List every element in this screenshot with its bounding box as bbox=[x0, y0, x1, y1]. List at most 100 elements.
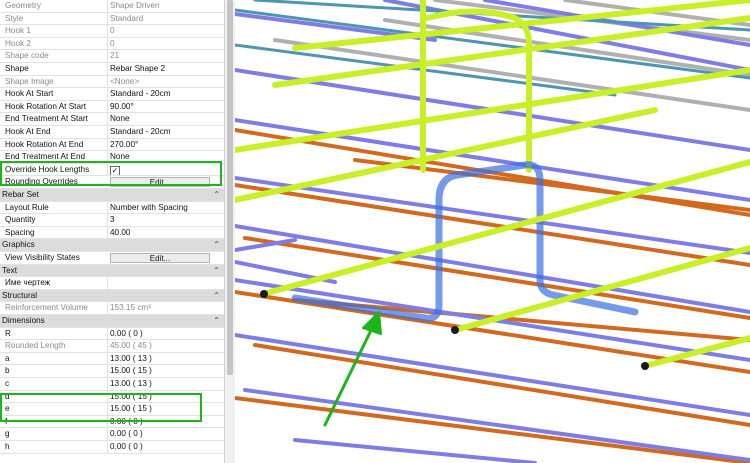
property-value-cell[interactable]: ✓ bbox=[107, 163, 215, 176]
property-row-g[interactable]: g 0.00 ( 0 ) bbox=[0, 428, 224, 441]
property-label: End Treatment At Start bbox=[5, 114, 88, 124]
property-label: b bbox=[5, 366, 10, 376]
property-value: 45.00 ( 45 ) bbox=[107, 340, 215, 352]
group-header-label: Rebar Set bbox=[2, 190, 39, 199]
property-row-e[interactable]: Имe чертеж bbox=[0, 277, 224, 290]
property-label: Shape bbox=[5, 64, 29, 73]
property-row-rounding-overrides[interactable]: Rounding Overrides Edit... bbox=[0, 176, 224, 189]
rebar-end-cap bbox=[641, 362, 649, 370]
property-row-shape-code[interactable]: Shape code 21 bbox=[0, 50, 224, 63]
property-value[interactable]: Rebar Shape 2 bbox=[107, 63, 215, 75]
property-row-layout-rule[interactable]: Layout Rule Number with Spacing bbox=[0, 201, 224, 215]
orange-rebar bbox=[235, 183, 750, 267]
property-label: Hook 2 bbox=[5, 38, 31, 48]
property-row-hook-rotation-at-end[interactable]: Hook Rotation At End 270.00° bbox=[0, 138, 224, 152]
property-value[interactable]: 0.00 ( 0 ) bbox=[107, 441, 215, 453]
property-row-geometry[interactable]: Geometry Shape Driven bbox=[0, 0, 224, 13]
property-row-spacing[interactable]: Spacing 40.00 bbox=[0, 226, 224, 240]
property-row-shape-image[interactable]: Shape Image <None> bbox=[0, 75, 224, 89]
property-value[interactable]: 13.00 ( 13 ) bbox=[107, 352, 215, 365]
property-value[interactable]: 0.00 ( 0 ) bbox=[107, 428, 215, 440]
property-label: Hook At Start bbox=[5, 89, 54, 99]
collapse-chevron-icon[interactable]: ⌃ bbox=[213, 239, 220, 252]
override-hook-lengths-checkbox[interactable]: ✓ bbox=[110, 165, 120, 176]
property-value: 0 bbox=[107, 37, 215, 50]
property-value[interactable]: 15.00 ( 15 ) bbox=[107, 403, 215, 415]
group-header-graphics[interactable]: Graphics ⌃ bbox=[0, 239, 224, 252]
property-value: 21 bbox=[107, 50, 215, 62]
property-row-end-treatment-at-end[interactable]: End Treatment At End None bbox=[0, 151, 224, 164]
property-value[interactable]: 40.00 bbox=[107, 226, 215, 239]
property-label: Hook Rotation At End bbox=[5, 139, 84, 149]
property-label: Имe чертеж bbox=[5, 278, 51, 288]
edit-button[interactable]: Edit... bbox=[110, 177, 210, 188]
property-label: End Treatment At End bbox=[5, 152, 86, 162]
property-row-hook-1[interactable]: Hook 1 0 bbox=[0, 25, 224, 38]
property-row-d[interactable]: d 15.00 ( 15 ) bbox=[0, 390, 224, 404]
property-row-override-hook-lengths[interactable]: Override Hook Lengths ✓ bbox=[0, 163, 224, 177]
collapse-chevron-icon[interactable]: ⌃ bbox=[213, 315, 220, 328]
property-label: Shape code bbox=[5, 51, 49, 61]
property-row-shape[interactable]: Shape Rebar Shape 2 bbox=[0, 63, 224, 76]
property-label: Rounding Overrides bbox=[5, 177, 78, 187]
property-row-e[interactable]: e 15.00 ( 15 ) bbox=[0, 403, 224, 416]
property-value[interactable]: Standard - 20cm bbox=[107, 88, 215, 100]
property-value[interactable]: 15.00 ( 15 ) bbox=[107, 365, 215, 377]
property-value[interactable]: Standard - 20cm bbox=[107, 126, 215, 138]
property-label: Rounded Length bbox=[5, 341, 66, 351]
property-row-rounded-length[interactable]: Rounded Length 45.00 ( 45 ) bbox=[0, 340, 224, 353]
property-label: Shape Image bbox=[5, 76, 54, 86]
blue-rebar bbox=[293, 438, 537, 463]
property-value[interactable]: 15.00 ( 15 ) bbox=[107, 390, 215, 403]
property-value[interactable] bbox=[107, 277, 215, 289]
orange-rebar bbox=[235, 396, 750, 463]
group-header-dimensions[interactable]: Dimensions ⌃ bbox=[0, 315, 224, 328]
scrollbar-thumb[interactable] bbox=[227, 0, 233, 375]
property-value[interactable]: 13.00 ( 13 ) bbox=[107, 378, 215, 390]
edit-button[interactable]: Edit... bbox=[110, 253, 210, 263]
group-header-structural[interactable]: Structural ⌃ bbox=[0, 289, 224, 303]
property-row-quantity[interactable]: Quantity 3 bbox=[0, 214, 224, 227]
property-row-h[interactable]: h 0.00 ( 0 ) bbox=[0, 441, 224, 454]
property-label: Override Hook Lengths bbox=[5, 164, 90, 174]
property-row-view-visibility-states[interactable]: View Visibility States Edit... bbox=[0, 252, 224, 265]
property-row-c[interactable]: c 13.00 ( 13 ) bbox=[0, 378, 224, 391]
property-row-b[interactable]: b 15.00 ( 15 ) bbox=[0, 365, 224, 378]
group-header-text[interactable]: Text ⌃ bbox=[0, 264, 224, 278]
property-row-r[interactable]: R 0.00 ( 0 ) bbox=[0, 327, 224, 341]
property-value[interactable]: None bbox=[107, 113, 215, 125]
collapse-chevron-icon[interactable]: ⌃ bbox=[213, 189, 220, 202]
yellow-rebar bbox=[642, 335, 750, 369]
property-value[interactable]: 0.00 ( 0 ) bbox=[107, 327, 215, 340]
property-row-hook-2[interactable]: Hook 2 0 bbox=[0, 37, 224, 51]
property-value[interactable]: 3 bbox=[107, 214, 215, 226]
property-label: e bbox=[5, 404, 10, 414]
blue-rebar bbox=[243, 388, 750, 462]
property-value[interactable]: 270.00° bbox=[107, 138, 215, 151]
property-row-hook-at-end[interactable]: Hook At End Standard - 20cm bbox=[0, 126, 224, 139]
property-row-hook-at-start[interactable]: Hook At Start Standard - 20cm bbox=[0, 88, 224, 101]
property-value[interactable]: Number with Spacing bbox=[107, 201, 215, 214]
property-value: Standard bbox=[107, 12, 215, 25]
property-value[interactable]: None bbox=[107, 151, 215, 163]
property-row-hook-rotation-at-start[interactable]: Hook Rotation At Start 90.00° bbox=[0, 100, 224, 114]
property-label: g bbox=[5, 429, 10, 439]
group-header-rebar-set[interactable]: Rebar Set ⌃ bbox=[0, 189, 224, 202]
property-row-f[interactable]: f 0.00 ( 0 ) bbox=[0, 415, 224, 429]
property-value: Shape Driven bbox=[107, 0, 215, 12]
group-header-label: Text bbox=[2, 265, 18, 275]
property-row-reinforcement-volume[interactable]: Reinforcement Volume 153.15 cm³ bbox=[0, 302, 224, 315]
property-value: <None> bbox=[107, 75, 215, 88]
property-row-end-treatment-at-start[interactable]: End Treatment At Start None bbox=[0, 113, 224, 126]
collapse-chevron-icon[interactable]: ⌃ bbox=[213, 265, 220, 278]
collapse-chevron-icon[interactable]: ⌃ bbox=[213, 290, 220, 303]
property-row-style[interactable]: Style Standard bbox=[0, 12, 224, 26]
property-label: R bbox=[5, 328, 11, 338]
annotation-arrow-shaft bbox=[323, 320, 377, 427]
property-row-a[interactable]: a 13.00 ( 13 ) bbox=[0, 352, 224, 366]
property-value[interactable]: 90.00° bbox=[107, 100, 215, 113]
properties-panel: Geometry Shape Driven Style Standard Hook 1 0… bbox=[0, 0, 225, 463]
rebar-end-cap bbox=[260, 290, 268, 298]
property-value[interactable]: 0.00 ( 0 ) bbox=[107, 415, 215, 428]
3d-view-viewport[interactable] bbox=[235, 0, 750, 463]
